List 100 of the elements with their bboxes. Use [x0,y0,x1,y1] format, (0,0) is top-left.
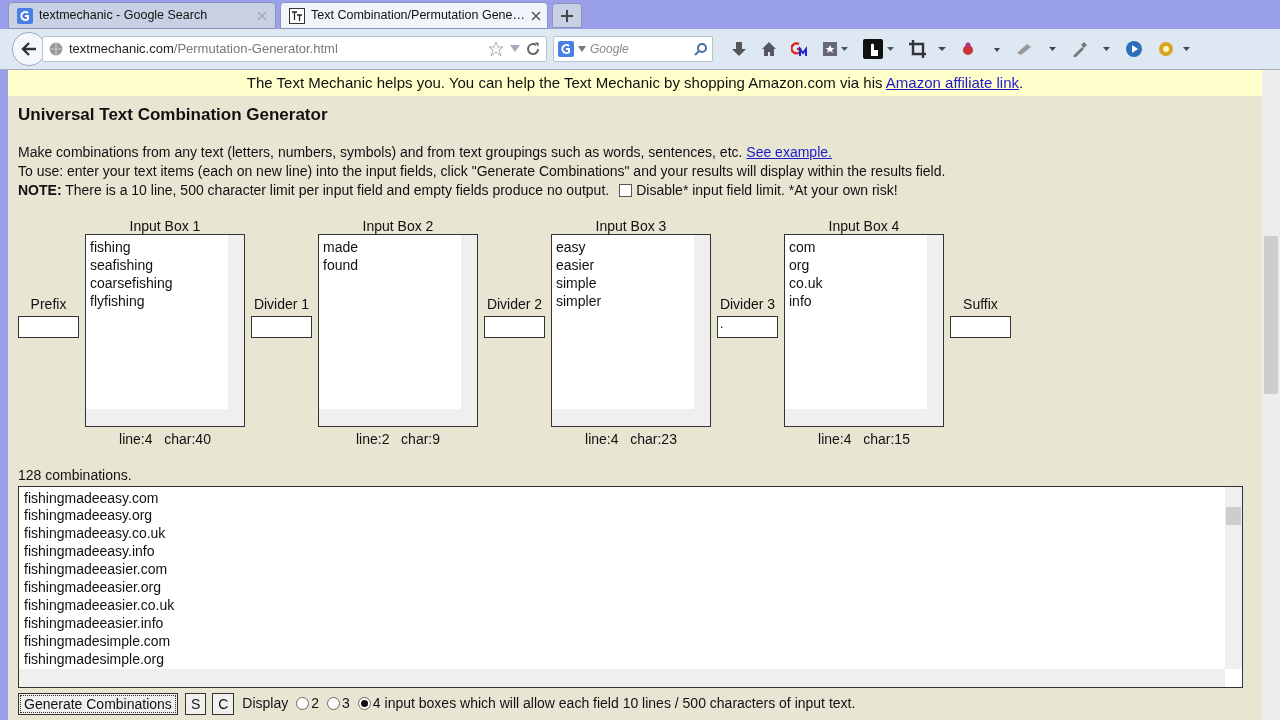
close-icon[interactable] [531,10,541,21]
text-line: simple [556,273,598,292]
display-label: Display [242,694,289,713]
field-label: Divider 3 [719,294,776,314]
field-label: Input Box 2 [362,216,434,234]
vertical-scrollbar[interactable] [461,234,477,409]
globe-icon[interactable] [49,42,63,56]
note-text: NOTE: There is a 10 line, 500 character limit per input field and empty fields produce no output. [18,180,610,200]
field-label: Divider 1 [253,294,310,314]
text-line: fishing [90,237,132,256]
play-circle-icon[interactable] [1125,40,1143,58]
result-line: fishingmadeeasier.org [24,579,162,597]
text-area[interactable]: made found [318,233,478,427]
result-line: fishingmadeeasy.co.uk [24,525,167,544]
tab-title: textmechanic - Google Search [39,7,209,25]
browser-tab[interactable]: textmechanic - Google Search [8,2,276,29]
crop-icon[interactable] [909,40,947,58]
gm-logo-icon[interactable] [791,41,809,57]
address-bar[interactable]: textmechanic.com/Permutation-Generator.html [42,36,547,62]
action-button[interactable]: Generate Combinations [18,692,178,715]
bookmark-star-icon[interactable] [823,41,849,57]
field-stats: line:2 char:9 [355,429,441,449]
result-line: fishingmadeeasy.info [24,543,156,562]
input-field[interactable] [950,315,1011,338]
affiliate-link[interactable]: Amazon affiliate link [885,74,1019,91]
radio-button[interactable] [327,697,341,710]
back-arrow-icon[interactable] [21,42,37,56]
radio-label: 3 [342,694,350,713]
page-favicon-icon[interactable] [289,7,305,24]
instructions-text: To use: enter your text items (each on new line) into the input fields, click "Generate Combinations" and your results will display within the results field. [18,161,947,181]
home-icon[interactable] [761,41,777,57]
action-button[interactable]: S [184,692,207,715]
field-label: Divider 2 [486,294,543,314]
text-line: found [323,255,360,274]
input-field[interactable] [18,315,79,338]
input-field[interactable]: . [717,315,778,338]
vertical-scrollbar[interactable] [927,234,943,409]
horizontal-scrollbar[interactable] [319,408,477,426]
field-label: Input Box 1 [129,216,201,234]
download-arrow-icon[interactable] [731,41,747,57]
dropdown-icon[interactable] [578,46,586,52]
tab-title: Text Combination/Permutation Gene… [311,7,525,25]
input-field[interactable] [484,315,545,338]
text-line: easy [556,237,587,256]
vertical-scrollbar[interactable] [1225,486,1242,669]
result-line: fishingmadeeasier.com [24,561,169,580]
horizontal-scrollbar[interactable] [19,668,1225,687]
reload-icon[interactable] [526,42,540,56]
horizontal-scrollbar[interactable] [785,408,943,426]
result-line: fishingmadesimple.com [24,632,172,651]
results-field[interactable] [18,485,1243,688]
text-line: flyfishing [90,291,146,310]
field-stats: line:4 char:23 [585,429,677,449]
text-line: made [323,237,360,256]
browser-tab[interactable]: Text Combination/Permutation Gene… [280,2,548,29]
combination-count: 128 combinations. [18,465,133,485]
result-line: fishingmadeeasy.org [24,507,154,526]
google-favicon-icon[interactable] [17,7,33,24]
checkbox-label: Disable* input field limit. *At your own risk! [636,180,898,200]
action-button[interactable]: C [212,692,235,715]
vertical-scrollbar[interactable] [228,234,244,409]
result-line: fishingmadeeasier.co.uk [24,596,176,615]
text-line: info [789,291,813,310]
field-label: Suffix [963,294,998,314]
example-link[interactable]: See example. [746,143,832,160]
text-line: org [789,255,811,274]
result-line: fishingmadeeasy.com [24,489,160,508]
result-line: fishingmadeeasier.info [24,614,165,633]
search-field[interactable]: Google [553,36,713,62]
field-label: Prefix [30,294,67,314]
text-area[interactable]: fishing seafishing coarsefishing flyfishing [85,233,245,427]
radio-button[interactable] [357,697,371,710]
text-line: seafishing [90,255,155,274]
radio-button[interactable] [296,697,310,710]
eyedropper-icon[interactable] [1071,41,1111,57]
plus-icon[interactable] [561,9,573,22]
checkbox[interactable] [619,183,633,197]
input-field[interactable] [251,315,312,338]
radio-label: 2 [311,694,320,713]
page-scrollbar[interactable] [1262,70,1280,720]
radio-label: 4 input boxes which will allow each field 10 lines / 500 characters of input text. [372,694,856,713]
ladybug-icon[interactable] [961,41,1001,57]
star-icon[interactable] [488,41,504,57]
text-line: com [789,237,817,256]
horizontal-scrollbar[interactable] [86,408,244,426]
field-stats: line:4 char:15 [818,429,910,449]
text-line: coarsefishing [90,273,174,292]
field-label: Input Box 3 [595,216,667,234]
google-icon[interactable] [558,41,574,57]
text-area[interactable]: com org co.uk info [784,233,944,427]
search-icon[interactable] [694,42,708,56]
text-line: simpler [556,291,603,310]
vertical-scrollbar[interactable] [694,234,710,409]
tool-icon[interactable] [1015,41,1057,57]
url-text: textmechanic.com/Permutation-Generator.html [69,40,339,59]
banner-text: The Text Mechanic helps you. You can help the Text Mechanic by shopping Amazon.com via his Amazon affiliate link. [8,70,1262,96]
horizontal-scrollbar[interactable] [552,408,710,426]
page-title: Universal Text Combination Generator [18,104,329,126]
new-tab-button[interactable] [552,3,582,28]
text-area[interactable]: easy easier simple simpler [551,233,711,427]
